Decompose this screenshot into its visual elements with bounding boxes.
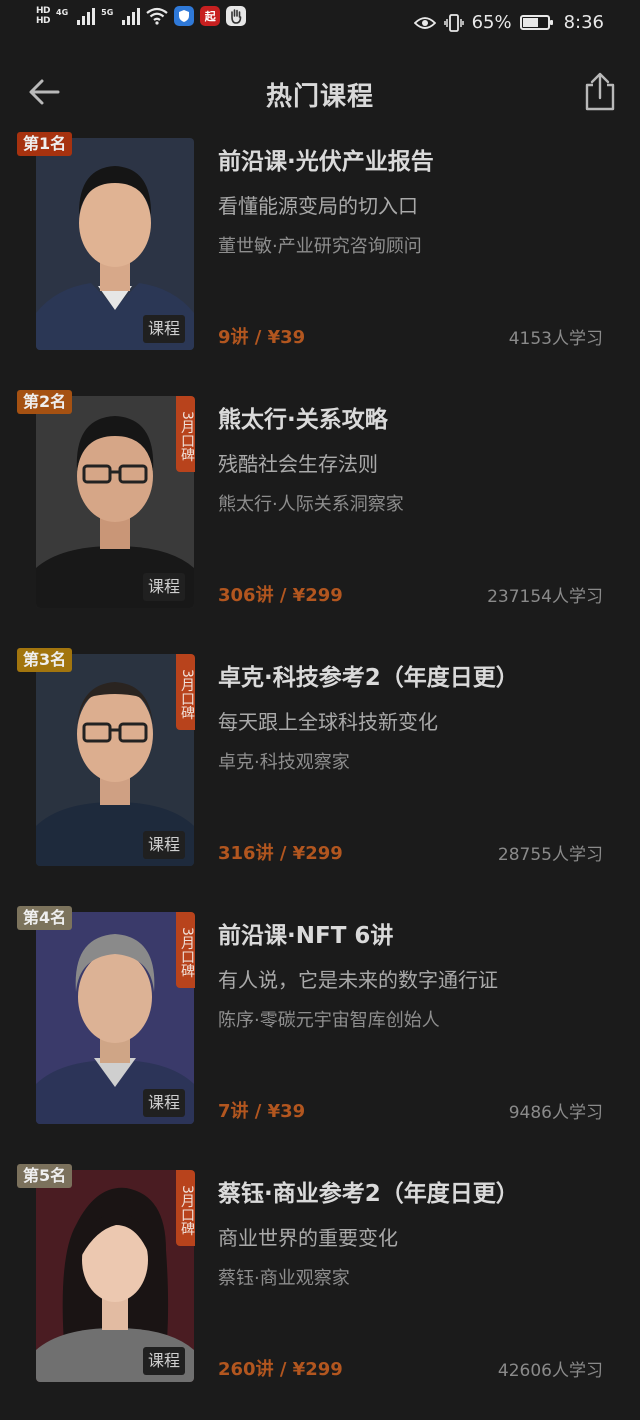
learner-count: 28755人学习 (497, 845, 603, 865)
type-tag: 课程 (143, 315, 186, 343)
learner-count: 42606人学习 (497, 1361, 603, 1381)
hd-indicators: HD HD (36, 6, 51, 26)
app-notification-icon: 起 (200, 6, 221, 26)
course-author: 卓克·科技观察家 (218, 752, 350, 773)
course-item[interactable]: 课程 第2名 3月口碑 熊太行·关系攻略 残酷社会生存法则 熊太行·人际关系洞察… (0, 388, 640, 646)
status-bar-right: 65% 8:36 (413, 12, 604, 33)
learner-count: 4153人学习 (508, 329, 603, 349)
course-price: 7讲 / ¥39 (218, 1101, 306, 1122)
hand-icon (226, 6, 247, 26)
status-bar-left: HD HD 4G 5G 起 (36, 6, 247, 26)
hd-indicator: HD (36, 16, 51, 26)
course-cover[interactable]: 课程 (36, 912, 194, 1124)
course-price: 260讲 / ¥299 (218, 1359, 343, 1380)
course-item[interactable]: 课程 第4名 3月口碑 前沿课·NFT 6讲 有人说，它是未来的数字通行证 陈序… (0, 904, 640, 1162)
rank-badge: 第2名 (17, 390, 73, 414)
course-title: 前沿课·光伏产业报告 (218, 149, 434, 175)
status-bar: HD HD 4G 5G 起 65% 8:36 (0, 0, 640, 48)
type-tag: 课程 (143, 573, 186, 601)
battery-icon (519, 15, 553, 30)
course-subtitle: 看懂能源变局的切入口 (218, 194, 418, 218)
course-price: 306讲 / ¥299 (218, 585, 343, 606)
shield-app-icon (174, 6, 195, 26)
course-subtitle: 残酷社会生存法则 (218, 452, 378, 476)
vibrate-icon (443, 13, 464, 32)
course-title: 前沿课·NFT 6讲 (218, 923, 394, 949)
course-author: 陈序·零碳元宇宙智库创始人 (218, 1010, 440, 1031)
network-type: 4G (56, 8, 69, 17)
share-icon (585, 72, 615, 111)
course-title: 蔡钰·商业参考2（年度日更） (218, 1181, 519, 1207)
rank-badge: 第3名 (17, 648, 73, 672)
rank-badge: 第5名 (17, 1164, 73, 1188)
type-tag: 课程 (143, 1089, 186, 1117)
hd-indicator: HD (36, 6, 51, 16)
page-title: 热门课程 (265, 82, 374, 112)
type-tag: 课程 (143, 831, 186, 859)
course-cover[interactable]: 课程 (36, 138, 194, 350)
course-item[interactable]: 课程 第3名 3月口碑 卓克·科技参考2（年度日更） 每天跟上全球科技新变化 卓… (0, 646, 640, 904)
share-button[interactable] (582, 72, 618, 112)
course-title: 熊太行·关系攻略 (218, 407, 388, 433)
course-item[interactable]: 课程 第1名 前沿课·光伏产业报告 看懂能源变局的切入口 董世敏·产业研究咨询顾… (0, 130, 640, 388)
learner-count: 9486人学习 (508, 1103, 603, 1123)
app-header: 热门课程 (0, 58, 640, 128)
course-author: 蔡钰·商业观察家 (218, 1268, 350, 1289)
course-price: 316讲 / ¥299 (218, 843, 343, 864)
network-type: 5G (101, 8, 114, 17)
wifi-icon (146, 7, 168, 25)
reputation-badge: 3月口碑 (176, 1170, 195, 1246)
reputation-badge: 3月口碑 (176, 654, 195, 730)
battery-percent: 65% (471, 12, 512, 33)
battery-fill (522, 18, 539, 27)
course-author: 熊太行·人际关系洞察家 (218, 494, 404, 515)
reputation-badge: 3月口碑 (176, 396, 195, 472)
course-title: 卓克·科技参考2（年度日更） (218, 665, 519, 691)
signal-icon (122, 7, 141, 25)
course-price: 9讲 / ¥39 (218, 327, 306, 348)
clock: 8:36 (563, 12, 604, 33)
type-tag: 课程 (143, 1347, 186, 1375)
course-subtitle: 商业世界的重要变化 (218, 1226, 398, 1250)
signal-icon (77, 7, 96, 25)
reputation-badge: 3月口碑 (176, 912, 195, 988)
rank-badge: 第4名 (17, 906, 73, 930)
course-cover[interactable]: 课程 (36, 396, 194, 608)
learner-count: 237154人学习 (487, 587, 603, 607)
course-subtitle: 有人说，它是未来的数字通行证 (218, 968, 498, 992)
eye-icon (413, 16, 436, 29)
course-author: 董世敏·产业研究咨询顾问 (218, 236, 422, 257)
course-subtitle: 每天跟上全球科技新变化 (218, 710, 438, 734)
rank-badge: 第1名 (17, 132, 73, 156)
course-cover[interactable]: 课程 (36, 654, 194, 866)
course-cover[interactable]: 课程 (36, 1170, 194, 1382)
course-item[interactable]: 课程 第5名 3月口碑 蔡钰·商业参考2（年度日更） 商业世界的重要变化 蔡钰·… (0, 1162, 640, 1420)
